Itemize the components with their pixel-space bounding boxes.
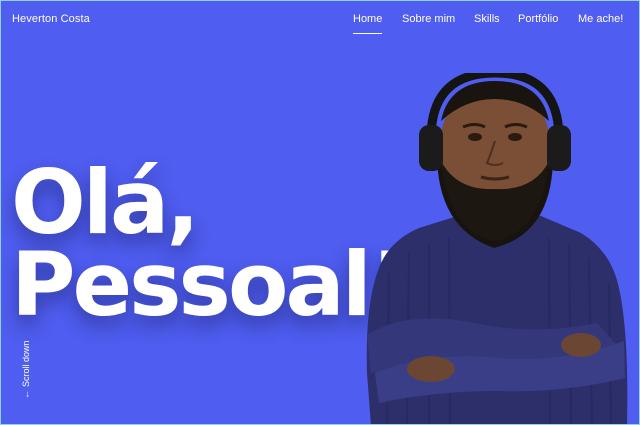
hero-headline: Olá, Pessoal! <box>11 150 409 336</box>
hero-headline-line1: Olá, <box>11 150 200 254</box>
headphones-right-cup <box>547 125 571 171</box>
scroll-down-link[interactable]: ← Scroll down <box>21 340 31 399</box>
nav-home[interactable]: Home <box>353 13 383 34</box>
page: Heverton Costa Home Sobre mim Skills Por… <box>1 1 639 424</box>
scroll-down-label: Scroll down <box>21 340 31 387</box>
profile-photo <box>366 73 628 424</box>
nav-sobre-mim[interactable]: Sobre mim <box>402 13 455 26</box>
arrow-left-icon: ← <box>21 390 31 399</box>
main-nav: Home Sobre mim Skills Portfólio Me ache! <box>1 13 639 43</box>
nav-me-ache[interactable]: Me ache! <box>578 13 623 26</box>
nav-portfolio[interactable]: Portfólio <box>518 13 558 26</box>
nav-skills[interactable]: Skills <box>474 13 500 26</box>
hero-headline-line2: Pessoal! <box>11 232 409 336</box>
headphones-left-cup <box>419 125 443 171</box>
hand-right <box>561 333 601 357</box>
hand-left <box>407 356 455 382</box>
